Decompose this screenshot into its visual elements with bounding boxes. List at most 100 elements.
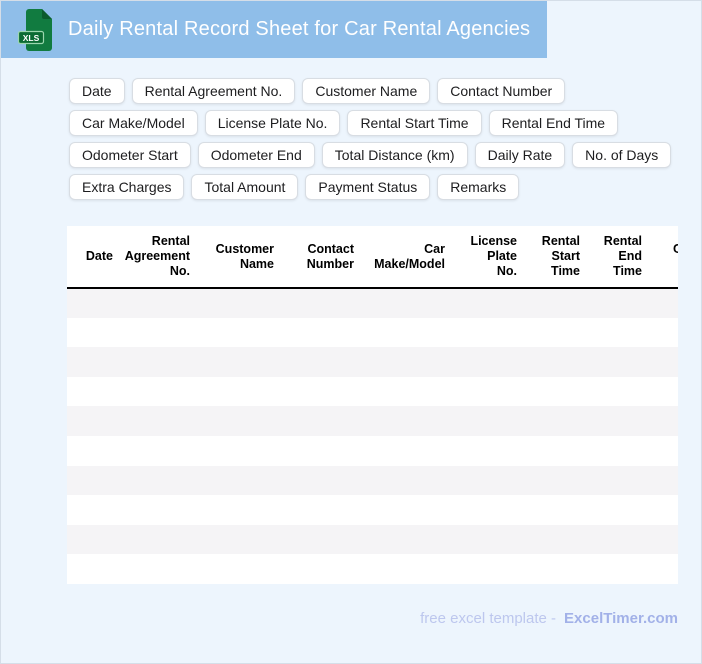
table-cell bbox=[67, 377, 121, 407]
table-cell bbox=[525, 495, 588, 525]
field-chip[interactable]: Remarks bbox=[437, 174, 520, 200]
field-chip[interactable]: Rental Agreement No. bbox=[131, 78, 296, 104]
table-row bbox=[67, 465, 678, 496]
table-cell bbox=[588, 288, 650, 318]
table-cell bbox=[453, 495, 525, 525]
table-cell bbox=[453, 318, 525, 348]
field-chip[interactable]: Odometer Start bbox=[69, 142, 191, 168]
table-cell bbox=[362, 288, 453, 318]
table-cell bbox=[362, 466, 453, 496]
column-header: License Plate No. bbox=[453, 226, 525, 289]
table-container: Date Rental Agreement No. Customer Name Con… bbox=[67, 226, 678, 584]
table-cell bbox=[453, 554, 525, 584]
table-cell bbox=[362, 406, 453, 436]
table-cell bbox=[525, 525, 588, 555]
table-cell bbox=[67, 466, 121, 496]
table-cell bbox=[525, 554, 588, 584]
table-cell bbox=[198, 554, 282, 584]
table-cell bbox=[67, 288, 121, 318]
table-cell bbox=[282, 318, 362, 348]
table-cell bbox=[525, 406, 588, 436]
table-cell bbox=[67, 554, 121, 584]
table-cell bbox=[650, 466, 678, 496]
table-cell bbox=[282, 347, 362, 377]
table-cell bbox=[121, 406, 198, 436]
table-cell bbox=[525, 466, 588, 496]
table-cell bbox=[453, 288, 525, 318]
field-chip[interactable]: Rental End Time bbox=[488, 110, 619, 136]
table-cell bbox=[588, 525, 650, 555]
field-chip[interactable]: Odometer End bbox=[197, 142, 315, 168]
table-cell bbox=[362, 377, 453, 407]
field-chip[interactable]: Extra Charges bbox=[69, 174, 185, 200]
table-cell bbox=[198, 377, 282, 407]
footer-brand-link[interactable]: ExcelTimer.com bbox=[564, 610, 678, 627]
column-header: Rental Start Time bbox=[525, 226, 588, 289]
table-cell bbox=[588, 554, 650, 584]
table-cell bbox=[650, 288, 678, 318]
field-chip[interactable]: Daily Rate bbox=[474, 142, 566, 168]
table-cell bbox=[588, 436, 650, 466]
table-cell bbox=[67, 347, 121, 377]
field-chip[interactable]: Contact Number bbox=[437, 78, 566, 104]
table-cell bbox=[650, 495, 678, 525]
table-row bbox=[67, 435, 678, 466]
field-chip[interactable]: Total Distance (km) bbox=[321, 142, 468, 168]
table-cell bbox=[650, 406, 678, 436]
table-cell bbox=[525, 347, 588, 377]
table-cell bbox=[362, 554, 453, 584]
field-chip[interactable]: Date bbox=[69, 78, 125, 104]
table-cell bbox=[282, 288, 362, 318]
table-cell bbox=[121, 347, 198, 377]
table-cell bbox=[198, 495, 282, 525]
table-cell bbox=[121, 377, 198, 407]
field-chip[interactable]: Rental Start Time bbox=[347, 110, 482, 136]
table-cell bbox=[588, 406, 650, 436]
table-cell bbox=[362, 495, 453, 525]
table-row bbox=[67, 347, 678, 377]
table-cell bbox=[453, 377, 525, 407]
table-cell bbox=[588, 466, 650, 496]
field-chip[interactable]: License Plate No. bbox=[204, 110, 341, 136]
field-chip[interactable]: Car Make/Model bbox=[69, 110, 198, 136]
table-cell bbox=[453, 525, 525, 555]
table-cell bbox=[525, 436, 588, 466]
table-cell bbox=[198, 466, 282, 496]
field-chip[interactable]: No. of Days bbox=[572, 142, 672, 168]
column-header: Rental End Time bbox=[588, 226, 650, 289]
table-cell bbox=[282, 377, 362, 407]
table-row bbox=[67, 554, 678, 584]
table-cell bbox=[650, 436, 678, 466]
table-cell bbox=[282, 495, 362, 525]
table-cell bbox=[588, 318, 650, 348]
table-body bbox=[67, 288, 678, 584]
table-cell bbox=[650, 554, 678, 584]
table-cell bbox=[121, 554, 198, 584]
table-cell bbox=[362, 318, 453, 348]
table-cell bbox=[198, 347, 282, 377]
table-cell bbox=[588, 377, 650, 407]
table-cell bbox=[525, 318, 588, 348]
table-row bbox=[67, 317, 678, 348]
table-cell bbox=[362, 525, 453, 555]
table-cell bbox=[121, 525, 198, 555]
column-header: Car Make/Model bbox=[362, 226, 453, 289]
table-cell bbox=[525, 288, 588, 318]
table-row bbox=[67, 288, 678, 318]
xls-file-icon: XLS bbox=[17, 8, 52, 51]
table-cell bbox=[282, 554, 362, 584]
footer-text: free excel template - bbox=[420, 609, 557, 627]
header-bar: XLS Daily Rental Record Sheet for Car Re… bbox=[1, 1, 547, 58]
column-header: Customer Name bbox=[198, 226, 282, 289]
table-cell bbox=[588, 347, 650, 377]
column-header: Odometer Start bbox=[650, 226, 678, 289]
field-chip[interactable]: Customer Name bbox=[302, 78, 431, 104]
field-chips: Date Rental Agreement No. Customer Name Con… bbox=[69, 78, 699, 200]
column-header: Date bbox=[67, 226, 121, 289]
table-cell bbox=[453, 466, 525, 496]
field-chip[interactable]: Payment Status bbox=[305, 174, 431, 200]
table-cell bbox=[121, 288, 198, 318]
field-chip[interactable]: Total Amount bbox=[191, 174, 299, 200]
table-cell bbox=[362, 436, 453, 466]
table-row bbox=[67, 376, 678, 407]
